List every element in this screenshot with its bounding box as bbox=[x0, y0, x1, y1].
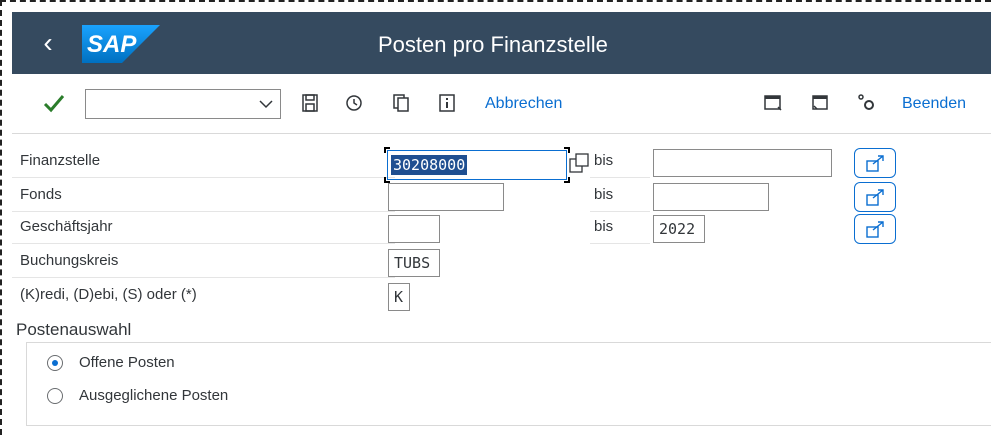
back-button[interactable]: ‹ bbox=[34, 26, 62, 60]
radio-label-ausgeglichene-posten: Ausgeglichene Posten bbox=[79, 387, 229, 404]
value-help-icon[interactable] bbox=[568, 152, 590, 174]
label-finanzstelle: Finanzstelle bbox=[12, 146, 395, 178]
finanzstelle-from-field[interactable]: 30208000 bbox=[387, 150, 567, 180]
kontoart-field[interactable]: K bbox=[388, 283, 410, 311]
focus-corner bbox=[384, 147, 390, 153]
fonds-to-field[interactable] bbox=[653, 183, 769, 211]
execute-clock-icon[interactable] bbox=[342, 91, 366, 115]
label-buchungskreis: Buchungskreis bbox=[12, 246, 395, 278]
row-finanzstelle: Finanzstelle 30208000 bis bbox=[12, 146, 991, 183]
toolbar: Abbrechen Beenden bbox=[12, 74, 991, 134]
postenauswahl-title: Postenauswahl bbox=[16, 320, 132, 339]
row-fonds: Fonds bis bbox=[12, 180, 991, 212]
bis-label-1: bis bbox=[590, 146, 650, 178]
buchungskreis-field[interactable]: TUBS bbox=[388, 249, 440, 277]
bis-label-2: bis bbox=[590, 180, 650, 212]
finanzstelle-to-field[interactable] bbox=[653, 149, 832, 177]
geschaeftsjahr-to-field[interactable]: 2022 bbox=[653, 215, 705, 243]
finanzstelle-from-value: 30208000 bbox=[391, 155, 468, 175]
label-geschaeftsjahr: Geschäftsjahr bbox=[12, 212, 395, 244]
page-title: Posten pro Finanzstelle bbox=[378, 32, 608, 57]
save-icon[interactable] bbox=[298, 91, 322, 115]
settings-gear-icon[interactable] bbox=[855, 91, 879, 115]
chevron-down-icon[interactable] bbox=[258, 97, 274, 111]
sap-window: ‹ SAP Posten pro Finanzstelle Abbrechen … bbox=[12, 12, 991, 435]
row-geschaeftsjahr: Geschäftsjahr bis 2022 bbox=[12, 212, 991, 244]
row-buchungskreis: Buchungskreis TUBS bbox=[12, 246, 991, 278]
copy-icon[interactable] bbox=[389, 91, 413, 115]
multiple-selection-button-1[interactable] bbox=[854, 148, 896, 178]
multiple-selection-icon bbox=[866, 189, 884, 206]
label-fonds: Fonds bbox=[12, 180, 395, 212]
checkmark-icon[interactable] bbox=[42, 91, 66, 115]
sap-logo: SAP bbox=[82, 25, 160, 63]
postenauswahl-group: Offene Posten Ausgeglichene Posten bbox=[26, 342, 991, 426]
new-session-icon[interactable] bbox=[808, 91, 832, 115]
cancel-button[interactable]: Abbrechen bbox=[485, 94, 562, 114]
svg-text:SAP: SAP bbox=[87, 31, 137, 58]
radio-button-selected[interactable] bbox=[47, 355, 63, 371]
geschaeftsjahr-from-field[interactable] bbox=[388, 215, 440, 243]
multiple-selection-icon bbox=[866, 155, 884, 172]
row-kontoart: (K)redi, (D)ebi, (S) oder (*) K bbox=[12, 280, 991, 312]
bis-label-3: bis bbox=[590, 212, 650, 244]
exit-button[interactable]: Beenden bbox=[902, 94, 966, 114]
command-field[interactable] bbox=[85, 89, 281, 119]
label-kontoart: (K)redi, (D)ebi, (S) oder (*) bbox=[20, 286, 197, 303]
multiple-selection-button-3[interactable] bbox=[854, 214, 896, 244]
fonds-from-field[interactable] bbox=[388, 183, 504, 211]
multiple-selection-icon bbox=[866, 221, 884, 238]
shell-header: ‹ SAP Posten pro Finanzstelle bbox=[12, 12, 991, 74]
radio-button[interactable] bbox=[47, 388, 63, 404]
multiple-selection-button-2[interactable] bbox=[854, 182, 896, 212]
radio-label-offene-posten: Offene Posten bbox=[79, 354, 175, 371]
info-icon[interactable] bbox=[435, 91, 459, 115]
layout-window-icon[interactable] bbox=[761, 91, 785, 115]
